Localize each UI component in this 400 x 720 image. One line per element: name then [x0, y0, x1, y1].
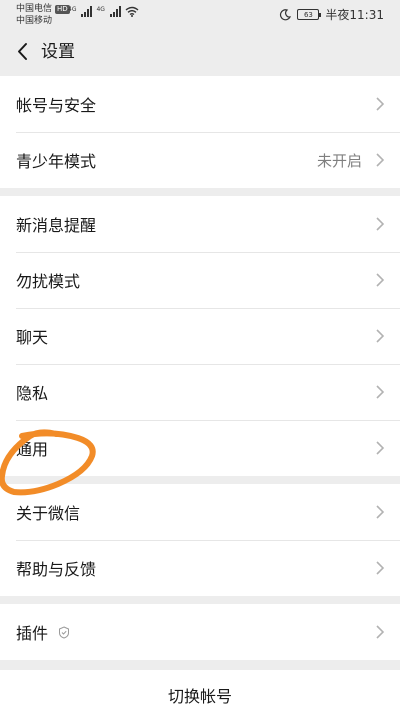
- chevron-right-icon: [376, 625, 385, 639]
- row-label: 青少年模式: [16, 152, 97, 171]
- settings-row-about-wechat[interactable]: 关于微信: [0, 484, 400, 540]
- settings-row-account-security[interactable]: 帐号与安全: [0, 76, 400, 132]
- wifi-icon: [125, 6, 139, 17]
- chevron-right-icon: [376, 153, 385, 167]
- battery-icon: 63: [297, 9, 322, 20]
- row-label: 新消息提醒: [16, 216, 97, 235]
- plugin-badge-icon: [59, 626, 69, 639]
- teen-mode-status: 未开启: [316, 151, 362, 170]
- carrier-1-label: 中国电信: [16, 4, 53, 14]
- switch-account-button[interactable]: 切换帐号: [0, 670, 400, 720]
- row-label: 帐号与安全: [16, 96, 97, 115]
- settings-row-general[interactable]: 通用: [0, 420, 400, 476]
- row-label: 勿扰模式: [16, 272, 81, 291]
- status-right: 63 半夜11:31: [279, 6, 384, 23]
- chevron-right-icon: [376, 217, 385, 231]
- signal-bars-2-icon: [109, 6, 121, 17]
- signal-bars-1-icon: [81, 6, 93, 17]
- settings-row-privacy[interactable]: 隐私: [0, 364, 400, 420]
- row-label: 帮助与反馈: [16, 560, 97, 579]
- row-label: 插件: [16, 624, 49, 643]
- chevron-right-icon: [376, 385, 385, 399]
- row-label: 隐私: [16, 384, 49, 403]
- settings-row-plugins[interactable]: 插件: [0, 604, 400, 660]
- status-bar: 中国电信 HD 中国移动 4G 4G 63 半夜11:31: [0, 0, 400, 30]
- chevron-right-icon: [376, 441, 385, 455]
- carrier-info: 中国电信 HD 中国移动: [16, 3, 70, 27]
- settings-group-account: 帐号与安全 青少年模式 未开启: [0, 76, 400, 188]
- nav-bar: 设置: [0, 30, 400, 74]
- settings-group-plugins: 插件: [0, 604, 400, 660]
- carrier-2-label: 中国移动: [16, 16, 53, 26]
- settings-group-general: 新消息提醒 勿扰模式 聊天 隐私 通用: [0, 196, 400, 476]
- settings-group-about: 关于微信 帮助与反馈: [0, 484, 400, 596]
- chevron-right-icon: [376, 97, 385, 111]
- clock: 半夜11:31: [325, 8, 384, 22]
- chevron-right-icon: [376, 505, 385, 519]
- row-label: 通用: [16, 440, 49, 459]
- settings-row-help-feedback[interactable]: 帮助与反馈: [0, 540, 400, 596]
- settings-row-notifications[interactable]: 新消息提醒: [0, 196, 400, 252]
- settings-row-chat[interactable]: 聊天: [0, 308, 400, 364]
- chevron-right-icon: [376, 273, 385, 287]
- back-arrow-icon[interactable]: [12, 40, 36, 64]
- network-type-2: 4G: [96, 6, 105, 13]
- row-label: 聊天: [16, 328, 49, 347]
- chevron-right-icon: [376, 329, 385, 343]
- settings-row-teen-mode[interactable]: 青少年模式 未开启: [0, 132, 400, 188]
- settings-row-do-not-disturb[interactable]: 勿扰模式: [0, 252, 400, 308]
- chevron-right-icon: [376, 561, 385, 575]
- network-type-1: 4G: [68, 6, 77, 13]
- moon-icon: [280, 8, 292, 20]
- signal-indicators: 4G 4G: [68, 6, 139, 17]
- row-label: 关于微信: [16, 504, 81, 523]
- page-title: 设置: [41, 42, 75, 62]
